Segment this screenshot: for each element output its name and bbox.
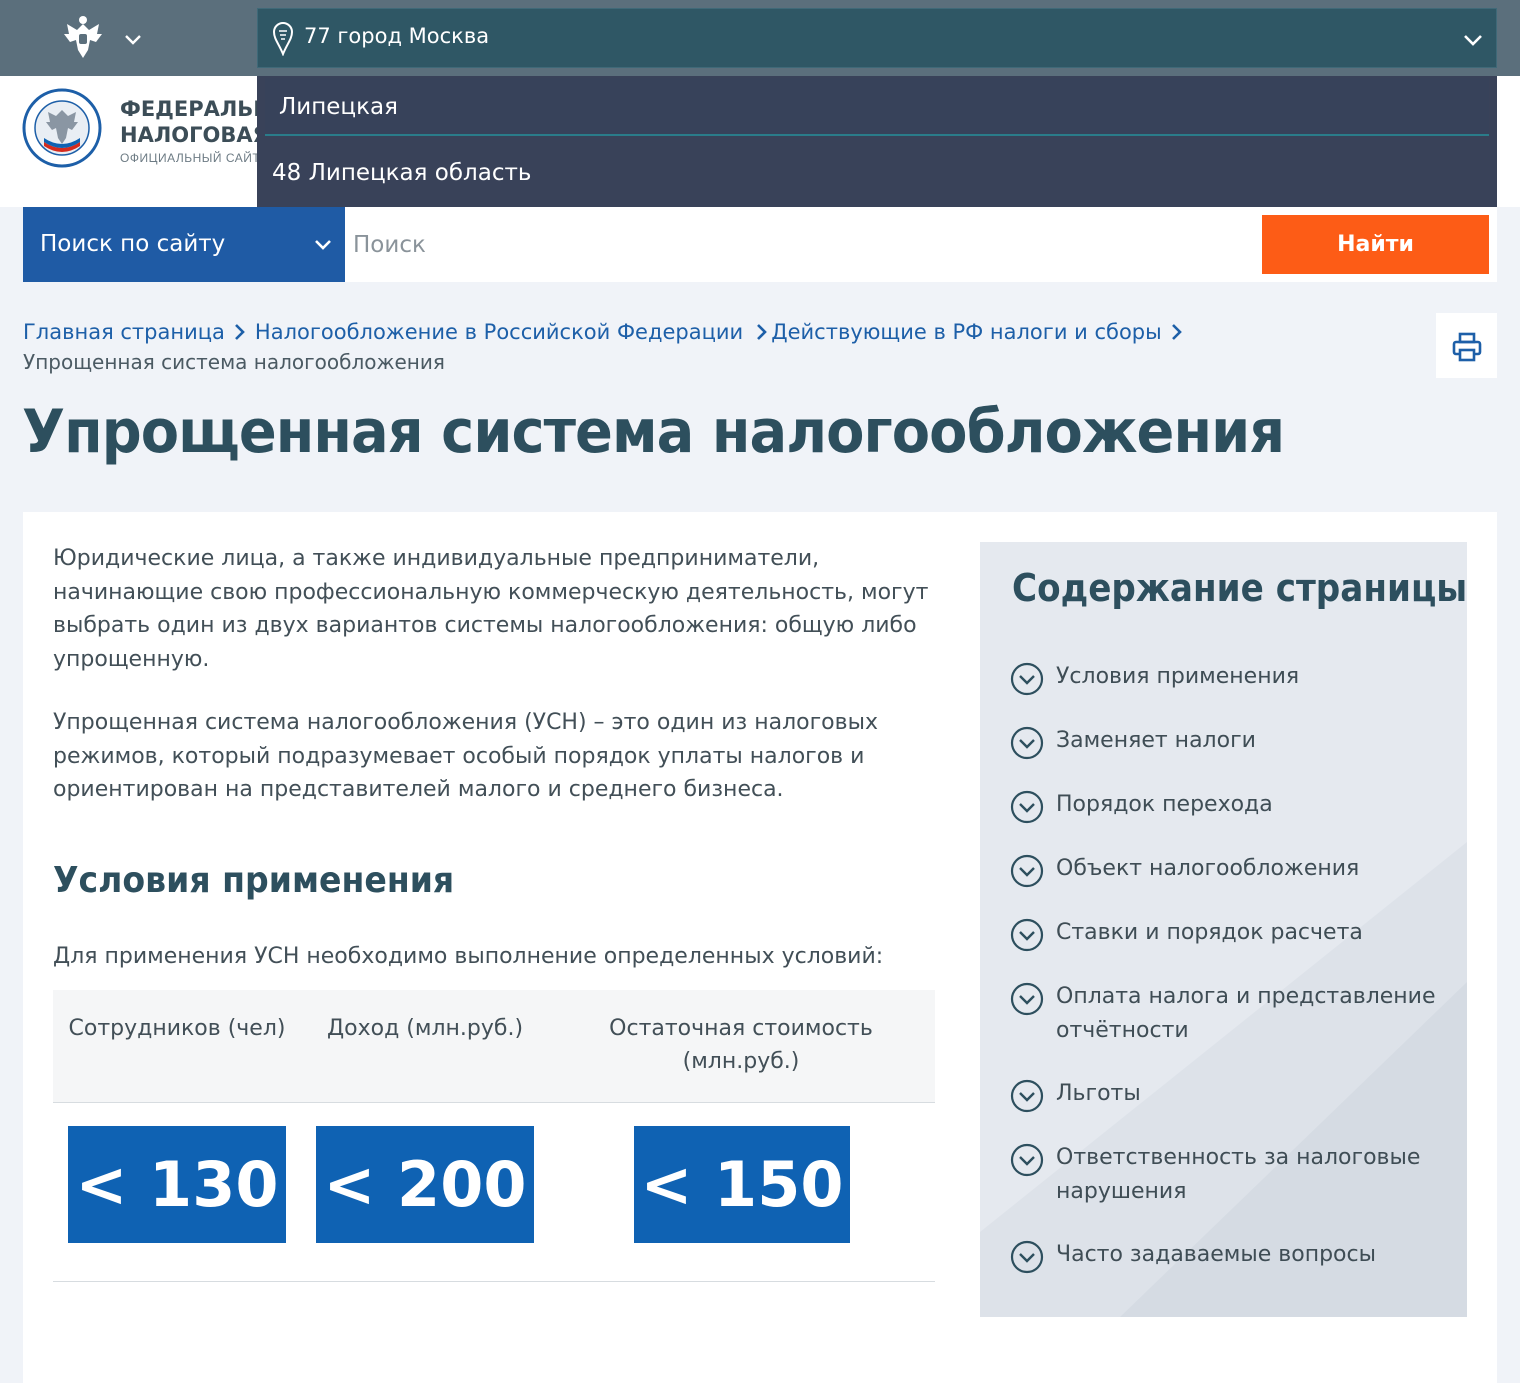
- page-title: Упрощенная система налогообложения: [22, 397, 1285, 467]
- breadcrumb-current: Упрощенная система налогообложения: [23, 350, 445, 374]
- print-button[interactable]: [1436, 313, 1497, 378]
- circle-chevron-down-icon: [1010, 790, 1044, 824]
- breadcrumb-taxation[interactable]: Налогообложение в Российской Федерации: [255, 320, 743, 344]
- search-bar: Поиск по сайту Найти: [23, 207, 1497, 282]
- chevron-down-icon: [315, 240, 331, 250]
- circle-chevron-down-icon: [1010, 1143, 1044, 1177]
- toc-item-label: Часто задаваемые вопросы: [1056, 1242, 1376, 1267]
- chevron-down-icon[interactable]: [122, 28, 144, 50]
- region-option[interactable]: 48 Липецкая область: [257, 154, 1497, 194]
- toc-item-label: Порядок перехода: [1056, 792, 1273, 817]
- search-input[interactable]: [353, 221, 1253, 269]
- top-bar: 77 город Москва: [0, 0, 1520, 76]
- emblem-icon[interactable]: [58, 12, 108, 62]
- income-limit-badge: < 200: [316, 1126, 534, 1243]
- toc-title: Содержание страницы: [1012, 566, 1467, 610]
- region-select[interactable]: 77 город Москва: [257, 8, 1497, 68]
- circle-chevron-down-icon: [1010, 1240, 1044, 1274]
- usn-description: Упрощенная система налогообложения (УСН)…: [53, 710, 878, 802]
- employees-limit-badge: < 130: [68, 1126, 286, 1243]
- column-header-employees: Сотрудников (чел): [68, 1016, 286, 1041]
- section-heading: Условия применения: [53, 860, 455, 901]
- circle-chevron-down-icon: [1010, 1079, 1044, 1113]
- region-dropdown: Липецкая 48 Липецкая область: [257, 76, 1497, 207]
- column-header-residual-value: Остаточная стоимость (млн.руб.): [609, 1016, 873, 1074]
- printer-icon: [1452, 332, 1482, 362]
- breadcrumb-home[interactable]: Главная страница: [23, 320, 225, 344]
- toc-item-label: Льготы: [1056, 1081, 1141, 1106]
- column-header-income: Доход (млн.руб.): [326, 1016, 524, 1041]
- breadcrumb-taxes[interactable]: Действующие в РФ налоги и сборы: [771, 320, 1162, 344]
- chevron-right-icon: [757, 324, 768, 340]
- circle-chevron-down-icon: [1010, 726, 1044, 760]
- region-option-label: 48 Липецкая область: [272, 160, 532, 186]
- breadcrumb: Главная страница Налогообложение в Россий…: [23, 317, 1403, 347]
- toc-item-label: Ответственность за налоговые нарушения: [1056, 1145, 1421, 1204]
- toc-item-label: Объект налогообложения: [1056, 856, 1360, 881]
- content-card: Юридические лица, а также индивидуальные…: [23, 512, 1497, 1383]
- table-divider: [53, 1281, 935, 1282]
- chevron-down-icon: [1464, 35, 1482, 46]
- location-pin-icon: [272, 22, 294, 56]
- toc-item-label: Условия применения: [1056, 664, 1300, 689]
- region-value: 77 город Москва: [304, 24, 490, 48]
- circle-chevron-down-icon: [1010, 662, 1044, 696]
- conditions-intro: Для применения УСН необходимо выполнение…: [53, 944, 884, 969]
- toc-item-label: Ставки и порядок расчета: [1056, 920, 1363, 945]
- search-scope-select[interactable]: Поиск по сайту: [23, 207, 345, 282]
- intro-paragraph: Юридические лица, а также индивидуальные…: [53, 546, 929, 672]
- search-scope-label: Поиск по сайту: [40, 231, 226, 257]
- fns-logo-icon[interactable]: [22, 88, 102, 168]
- region-search-text: Липецкая: [279, 94, 398, 120]
- conditions-table: Сотрудников (чел) Доход (млн.руб.) Остат…: [53, 990, 935, 1282]
- circle-chevron-down-icon: [1010, 982, 1044, 1016]
- search-button[interactable]: Найти: [1262, 215, 1489, 274]
- chevron-right-icon: [234, 324, 245, 340]
- chevron-right-icon: [1171, 324, 1182, 340]
- region-search-field[interactable]: Липецкая: [265, 78, 1489, 136]
- table-of-contents: Содержание страницы Условия применения З…: [980, 542, 1467, 1317]
- circle-chevron-down-icon: [1010, 854, 1044, 888]
- toc-item-label: Заменяет налоги: [1056, 728, 1256, 753]
- residual-value-limit-badge: < 150: [634, 1126, 850, 1243]
- circle-chevron-down-icon: [1010, 918, 1044, 952]
- toc-item-label: Оплата налога и представление отчётности: [1056, 984, 1436, 1043]
- logo-subtitle: ОФИЦИАЛЬНЫЙ САЙТ: [120, 151, 261, 165]
